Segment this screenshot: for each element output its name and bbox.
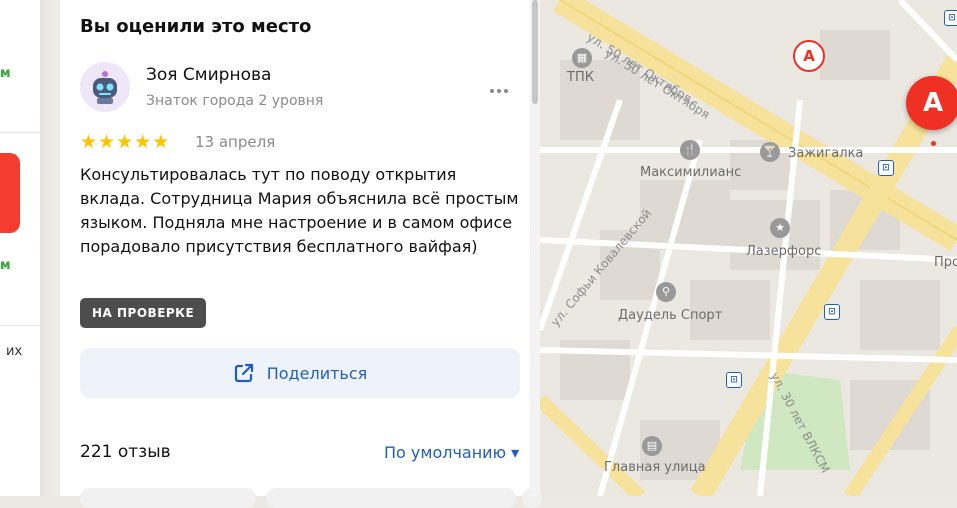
robot-avatar-icon [80,62,130,112]
panel-scrollbar[interactable] [530,0,540,496]
filter-chip[interactable] [80,488,256,508]
bus-stop-icon[interactable]: ⊡ [726,372,742,388]
shop-icon[interactable]: ▤ [642,436,662,456]
poi-label[interactable]: Максимилианс [640,165,741,180]
poi-label[interactable]: Даудель Спорт [618,308,722,323]
divider [0,132,40,133]
share-label: Поделиться [266,363,368,383]
left-panel-text: их [6,344,23,359]
star-icon: ★ [98,131,116,153]
section-title: Вы оценили это место [80,16,312,37]
more-options-icon[interactable] [490,78,520,96]
poi-label[interactable]: Лазерфорс [746,244,821,259]
marker-pin-dot [931,141,936,146]
bank-marker-letter: А [803,47,815,65]
promo-card[interactable] [0,153,20,233]
share-icon [234,363,253,383]
poi-label[interactable]: Зажигалка [788,146,863,161]
status-badge: НА ПРОВЕРКЕ [80,298,207,328]
bus-stop-icon[interactable]: ⊡ [878,160,894,176]
left-panel-edge: м м их [0,0,40,496]
review-panel: Вы оценили это место Зоя Смирнова Знаток… [60,0,542,508]
left-panel-text: м [0,258,11,273]
bus-stop-icon[interactable]: ⊡ [944,10,957,26]
panel-gap [40,0,60,496]
poi-label[interactable]: ТПК [567,70,594,85]
entertainment-icon[interactable]: ★ [770,218,790,238]
bar-icon[interactable]: 🍸 [760,142,780,162]
user-level: Знаток города 2 уровня [146,93,324,109]
review-text: Консультировалась тут по поводу открытия… [80,165,519,256]
rating-stars: ★ ★ ★ ★ ★ [80,132,169,152]
bank-marker-letter: А [922,88,944,118]
poi-label: Про [934,255,957,270]
star-icon: ★ [116,131,134,153]
scrollbar-thumb[interactable] [532,0,538,104]
filter-chip[interactable] [266,488,516,508]
building-icon[interactable]: ▦ [572,48,592,68]
bank-marker-selected[interactable]: А [906,76,957,130]
bank-marker-small[interactable]: А [793,40,825,72]
sport-icon[interactable]: ⚲ [656,282,676,302]
reviews-count: 221 отзыв [80,442,171,462]
avatar[interactable] [80,62,130,112]
sort-dropdown[interactable]: По умолчанию ▾ [384,443,519,462]
share-button[interactable]: Поделиться [80,348,520,398]
star-icon: ★ [134,131,152,153]
star-icon: ★ [80,131,98,153]
poi-label[interactable]: Главная улица [604,460,706,475]
left-panel-text: м [0,66,11,81]
user-name[interactable]: Зоя Смирнова [146,65,271,85]
divider [0,325,40,326]
star-icon: ★ [152,131,170,153]
restaurant-icon[interactable]: 🍴 [680,140,700,160]
bus-stop-icon[interactable]: ⊡ [824,304,840,320]
review-date: 13 апреля [195,133,276,151]
